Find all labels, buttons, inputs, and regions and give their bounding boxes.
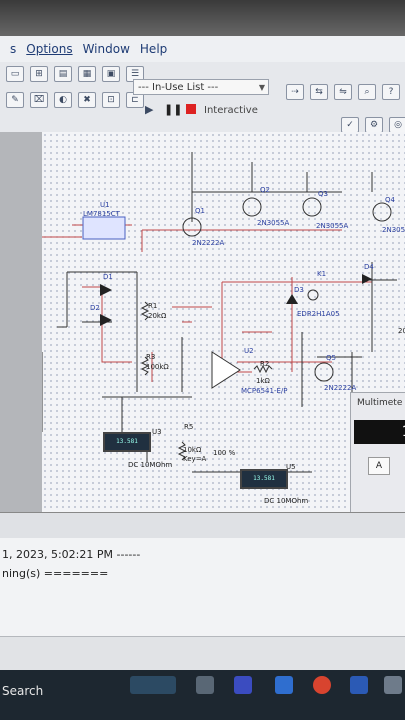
- r5-ref-label: R5: [184, 423, 194, 431]
- database-icon[interactable]: ▤: [54, 66, 72, 82]
- menu-item-help[interactable]: Help: [140, 42, 167, 56]
- r3-value-label: 100kΩ: [146, 363, 169, 371]
- d4-ref-label: D4: [364, 263, 374, 271]
- d2-ref-label: D2: [90, 304, 100, 312]
- edit-icon[interactable]: ⌧: [30, 92, 48, 108]
- taskbar-app-thumbnail[interactable]: [130, 676, 176, 694]
- mail-icon[interactable]: [275, 676, 293, 694]
- measure-icon[interactable]: ⊡: [102, 92, 120, 108]
- u2-ref-label: U2: [244, 347, 254, 355]
- check-icon[interactable]: ✓: [341, 117, 359, 133]
- u2-part-label: MCP6541-E/P: [241, 387, 288, 395]
- output-line-timestamp: 1, 2023, 5:02:21 PM ------: [2, 548, 141, 561]
- q1-part-label: 2N2222A: [192, 239, 225, 247]
- menu-item-tools[interactable]: s: [10, 42, 16, 56]
- transistor-q2-symbol[interactable]: [242, 197, 262, 217]
- in-use-list-value: --- In-Use List ---: [138, 82, 219, 93]
- app-icon[interactable]: [384, 676, 402, 694]
- voltmeter-u5[interactable]: 13.581: [240, 469, 288, 489]
- design-toolbox-pane: [0, 132, 44, 512]
- stop-icon[interactable]: [186, 104, 196, 114]
- route-icon[interactable]: ⇢: [286, 84, 304, 100]
- video-call-icon[interactable]: [234, 676, 252, 694]
- in-use-list-dropdown[interactable]: --- In-Use List --- ▼: [133, 79, 269, 95]
- r3-ref-label: R3: [146, 353, 156, 361]
- r5-key-label: Key=A: [183, 455, 207, 463]
- pause-icon[interactable]: ❚❚: [164, 103, 182, 116]
- transistor-q4-symbol[interactable]: [372, 202, 392, 222]
- settings-icon[interactable]: ⚙: [365, 117, 383, 133]
- diode-d2-symbol[interactable]: [100, 314, 112, 326]
- toolbar: ▭ ⊞ ▤ ▦ ▣ ☰ ✎ ⌧ ◐ ✖ ⊡ ⊏ ⇢ ⇆ ⇋ ⌕ ? ✓ ⚙ ◎: [0, 62, 405, 133]
- r2-value-label: 1kΩ: [256, 377, 270, 385]
- r2-ref-label: R2: [260, 360, 270, 368]
- q4-part-label: 2N305: [382, 226, 405, 234]
- diode-d3-symbol[interactable]: [286, 294, 298, 304]
- zoom-icon[interactable]: ⌕: [358, 84, 376, 100]
- table-icon[interactable]: ▣: [102, 66, 120, 82]
- u1-part-label: LM7815CT: [83, 210, 120, 218]
- target-icon[interactable]: ◎: [389, 117, 405, 133]
- voltage-regulator-symbol[interactable]: [82, 216, 126, 240]
- delete-icon[interactable]: ✖: [78, 92, 96, 108]
- q2-part-label: 2N3055A: [257, 219, 290, 227]
- q3-part-label: 2N3055A: [316, 222, 349, 230]
- r1-value-label: 20kΩ: [148, 312, 167, 320]
- word-icon[interactable]: [350, 676, 368, 694]
- chevron-down-icon: ▼: [258, 83, 265, 92]
- grid-icon[interactable]: ▦: [78, 66, 96, 82]
- graph-icon[interactable]: ⊞: [30, 66, 48, 82]
- menu-bar: s Options Window Help: [0, 36, 405, 62]
- output-log: 1, 2023, 5:02:21 PM ------ ning(s) =====…: [0, 538, 405, 636]
- r5-value-label: 10kΩ: [183, 446, 202, 454]
- q5-ref-label: Q5: [326, 354, 336, 362]
- right-cut-label: 20: [398, 327, 405, 335]
- component-icon[interactable]: ▭: [6, 66, 24, 82]
- transistor-q3-symbol[interactable]: [302, 197, 322, 217]
- ammeter-button[interactable]: A: [368, 457, 390, 475]
- q1-ref-label: Q1: [195, 207, 205, 215]
- bus-icon[interactable]: ⇆: [310, 84, 328, 100]
- relay-k1-symbol[interactable]: [307, 289, 319, 301]
- op-amp-symbol[interactable]: [211, 351, 241, 389]
- u3-ref-label: U3: [152, 428, 162, 436]
- q4-ref-label: Q4: [385, 196, 395, 204]
- monitor-bezel: [0, 0, 405, 40]
- chrome-icon[interactable]: [313, 676, 331, 694]
- taskbar-search[interactable]: Search: [2, 684, 43, 698]
- k1-part-label: EDR2H1A05: [297, 310, 340, 318]
- voltmeter-u3[interactable]: 13.581: [103, 432, 151, 452]
- multimeter-title: Multimete: [357, 398, 403, 408]
- spreadsheet-view-bar: [0, 512, 405, 539]
- simulation-mode-label: Interactive: [204, 105, 258, 116]
- menu-item-window[interactable]: Window: [83, 42, 130, 56]
- task-view-icon[interactable]: [196, 676, 214, 694]
- q5-part-label: 2N2222A: [324, 384, 357, 392]
- k1-ref-label: K1: [317, 270, 327, 278]
- flip-icon[interactable]: ⇋: [334, 84, 352, 100]
- q3-ref-label: Q3: [318, 190, 328, 198]
- r5-percent-label: 100 %: [213, 449, 236, 457]
- play-icon[interactable]: ▶: [145, 103, 153, 116]
- status-bar: [0, 636, 405, 671]
- help-icon[interactable]: ?: [382, 84, 400, 100]
- q2-ref-label: Q2: [260, 186, 270, 194]
- d3-ref-label: D3: [294, 286, 304, 294]
- menu-item-options[interactable]: Options: [26, 42, 72, 56]
- output-line-warnings: ning(s) =======: [2, 567, 109, 580]
- probe-icon[interactable]: ✎: [6, 92, 24, 108]
- transistor-q5-symbol[interactable]: [314, 362, 334, 382]
- r1-ref-label: R1: [148, 302, 158, 310]
- shield-icon[interactable]: ◐: [54, 92, 72, 108]
- diode-d1-symbol[interactable]: [100, 284, 112, 296]
- u3-mode-label: DC 10MOhm: [128, 461, 173, 469]
- u1-ref-label: U1: [100, 201, 110, 209]
- multimeter-display: 1: [354, 420, 405, 444]
- u5-mode-label: DC 10MOhm: [264, 497, 309, 505]
- d1-ref-label: D1: [103, 273, 113, 281]
- u5-ref-label: U5: [286, 463, 296, 471]
